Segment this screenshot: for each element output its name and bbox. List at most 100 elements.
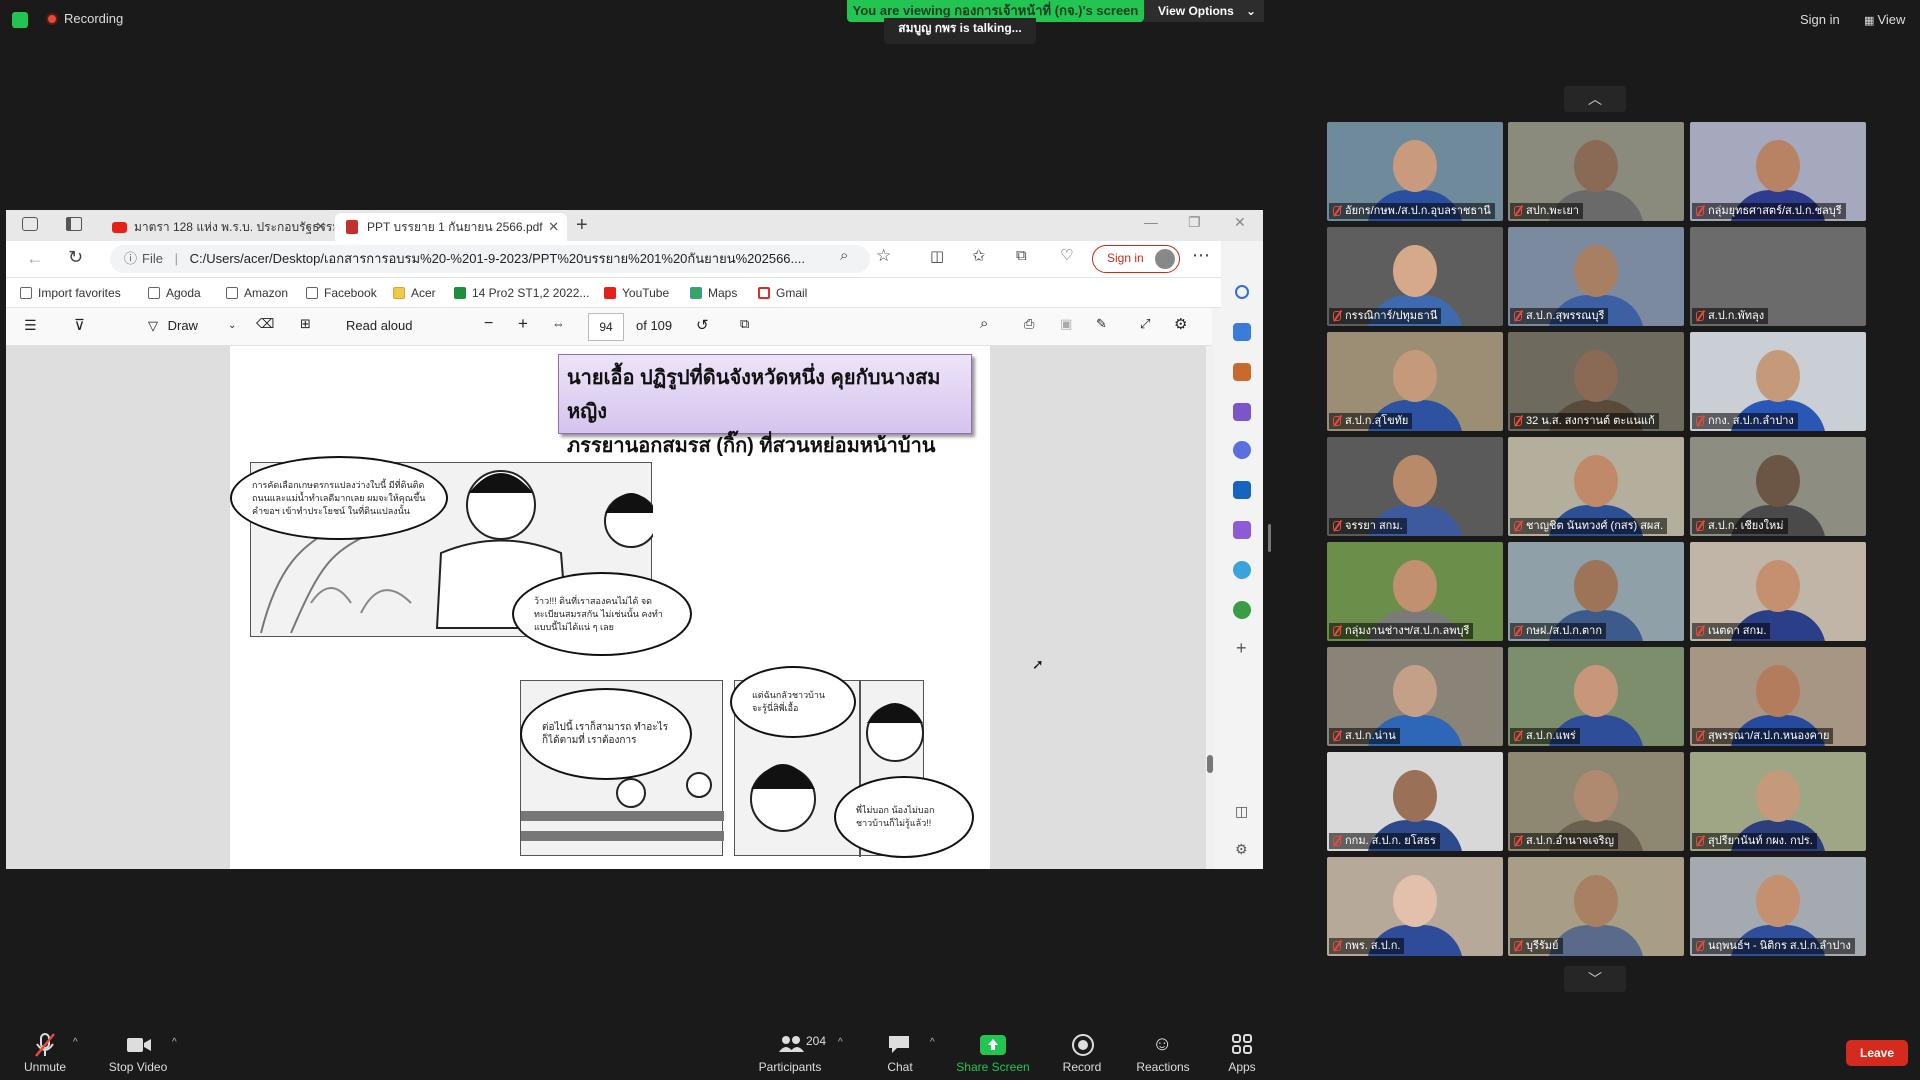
highlight-icon[interactable]: ⊽ <box>74 316 85 334</box>
participant-tile[interactable]: ส.ป.ก.น่าน <box>1327 647 1503 746</box>
chat-options-caret[interactable]: ^ <box>930 1037 935 1048</box>
minimize-icon[interactable]: — <box>1144 214 1158 230</box>
save-as-icon[interactable]: ✎ <box>1096 316 1107 332</box>
participant-tile[interactable]: สุปรียานันท์ กผง. กปร. <box>1690 752 1866 851</box>
favorite-import[interactable]: Import favorites <box>20 278 121 308</box>
address-bar[interactable]: ⓘ File | C:/Users/acer/Desktop/เอกสารการ… <box>110 245 870 273</box>
add-icon[interactable]: + <box>1236 638 1247 659</box>
participants-icon[interactable] <box>778 1034 804 1054</box>
browser-essentials-icon[interactable]: ♡ <box>1060 246 1073 264</box>
pdf-scroll-thumb[interactable] <box>1207 755 1213 773</box>
unmute-button[interactable]: Unmute <box>0 1060 90 1074</box>
zoom-in-icon[interactable]: + <box>518 314 528 334</box>
save-icon[interactable]: ▣ <box>1060 316 1072 332</box>
designer-icon[interactable] <box>1233 521 1251 539</box>
participant-tile[interactable]: ส.ป.ก.แพร่ <box>1508 647 1684 746</box>
participants-options-caret[interactable]: ^ <box>838 1037 843 1048</box>
favorites-icon[interactable]: ✩ <box>972 246 985 266</box>
new-tab-button[interactable]: + <box>576 214 588 237</box>
chat-button[interactable]: Chat <box>855 1060 945 1074</box>
rotate-icon[interactable]: ↺ <box>696 316 709 334</box>
outlook-icon[interactable] <box>1233 481 1251 499</box>
favorite-gmail[interactable]: Gmail <box>758 278 807 308</box>
participant-tile[interactable]: กพร. ส.ป.ก. <box>1327 857 1503 956</box>
record-icon[interactable] <box>1072 1034 1094 1056</box>
reactions-button[interactable]: Reactions <box>1118 1060 1208 1074</box>
participants-button[interactable]: Participants <box>745 1060 835 1074</box>
participant-tile[interactable]: กกง. ส.ป.ก.ลำปาง <box>1690 332 1866 431</box>
print-icon[interactable]: ⎙ <box>1024 316 1034 332</box>
participant-tile[interactable]: อัยกร/กษพ./ส.ป.ก.อุบลราชธานี <box>1327 122 1503 221</box>
reactions-icon[interactable]: ☺ <box>1152 1033 1172 1056</box>
zoom-out-icon[interactable]: − <box>484 315 493 333</box>
split-handle[interactable] <box>1268 524 1271 552</box>
zoom-icon[interactable]: ⌕ <box>840 247 848 264</box>
unmute-icon[interactable] <box>32 1032 58 1058</box>
favorite-sheet[interactable]: 14 Pro2 ST1,2 2022... <box>454 278 589 308</box>
star-icon[interactable]: ☆ <box>876 246 891 266</box>
sidebar-toggle-icon[interactable]: ◫ <box>1235 803 1248 820</box>
participant-tile[interactable]: 32 น.ส. สงกรานต์ ตะแนแก้ <box>1508 332 1684 431</box>
eraser-icon[interactable]: ⌫ <box>256 316 274 332</box>
participant-tile[interactable]: กกม. ส.ป.ก. ยโสธร <box>1327 752 1503 851</box>
close-icon[interactable]: ✕ <box>315 213 326 241</box>
games-icon[interactable] <box>1233 403 1251 421</box>
share-screen-icon[interactable] <box>980 1035 1006 1055</box>
tools-icon[interactable] <box>1233 363 1251 381</box>
fullscreen-icon[interactable]: ⤢ <box>1140 316 1150 332</box>
participant-tile[interactable]: จรรยา สกม. <box>1327 437 1503 536</box>
audio-options-caret[interactable]: ^ <box>73 1037 78 1048</box>
stop-video-button[interactable]: Stop Video <box>93 1060 183 1074</box>
participant-tile[interactable]: กลุ่มยุทธศาสตร์/ส.ป.ก.ชลบุรี <box>1690 122 1866 221</box>
share-screen-button[interactable]: Share Screen <box>948 1060 1038 1074</box>
favorite-youtube[interactable]: YouTube <box>604 278 669 308</box>
record-button[interactable]: Record <box>1037 1060 1127 1074</box>
shopping-icon[interactable] <box>1233 323 1251 341</box>
tab-pdf[interactable]: PPT บรรยาย 1 กันยายน 2566.pdf ✕ <box>335 213 567 241</box>
pdf-scrollbar[interactable] <box>1206 346 1214 869</box>
contents-icon[interactable]: ☰ <box>24 317 37 334</box>
leave-button[interactable]: Leave <box>1846 1040 1908 1066</box>
read-aloud-button[interactable]: Read aloud <box>346 318 413 333</box>
participant-tile[interactable]: เนตดา สกม. <box>1690 542 1866 641</box>
view-button[interactable]: ▦ View <box>1864 12 1905 27</box>
participant-tile[interactable]: กษฝ./ส.ป.ก.ตาก <box>1508 542 1684 641</box>
favorite-amazon[interactable]: Amazon <box>226 278 288 308</box>
video-options-caret[interactable]: ^ <box>172 1037 177 1048</box>
text-box-icon[interactable]: ⊞ <box>300 316 311 332</box>
participant-tile[interactable]: ส.ป.ก.สุโขทัย <box>1327 332 1503 431</box>
participant-tile[interactable]: ส.ป.ก.อำนาจเจริญ <box>1508 752 1684 851</box>
browser-sign-in-button[interactable]: Sign in <box>1092 245 1180 273</box>
fit-page-icon[interactable]: ⇔ <box>552 316 565 331</box>
favorite-maps[interactable]: Maps <box>690 278 737 308</box>
search-icon[interactable]: ⌕ <box>980 315 988 332</box>
more-icon[interactable]: ⋯ <box>1192 245 1210 266</box>
gallery-up-button[interactable]: ︿ <box>1564 86 1626 112</box>
tab-youtube[interactable]: มาตรา 128 แห่ง พ.ร.บ. ประกอบรัฐธรรมนูญ ✕ <box>102 213 334 241</box>
restore-icon[interactable]: ❐ <box>1188 214 1201 231</box>
telegram-icon[interactable] <box>1233 561 1251 579</box>
tree-icon[interactable] <box>1233 601 1251 619</box>
favorite-acer[interactable]: Acer <box>393 278 436 308</box>
settings-icon[interactable]: ⚙ <box>1235 841 1248 858</box>
refresh-icon[interactable]: ↻ <box>68 247 83 268</box>
participant-tile[interactable]: ส.ป.ก. เชียงใหม่ <box>1690 437 1866 536</box>
microsoft-365-icon[interactable] <box>1233 441 1251 459</box>
participant-tile[interactable]: สปก.พะเยา <box>1508 122 1684 221</box>
participant-tile[interactable]: กลุ่มงานช่างฯ/ส.ป.ก.ลพบุรี <box>1327 542 1503 641</box>
apps-button[interactable]: Apps <box>1197 1060 1287 1074</box>
sign-in-button[interactable]: Sign in <box>1800 12 1840 27</box>
security-shield-icon[interactable] <box>12 12 28 28</box>
settings-icon[interactable]: ⚙ <box>1174 315 1187 333</box>
page-number-input[interactable]: 94 <box>588 313 624 341</box>
search-icon[interactable] <box>1235 285 1249 299</box>
back-icon[interactable]: ← <box>26 248 44 269</box>
participant-tile[interactable]: ส.ป.ก.พัทลุง <box>1690 227 1866 326</box>
draw-button[interactable]: ▽ Draw <box>148 318 198 334</box>
collections-icon[interactable]: ⧉ <box>1016 247 1027 264</box>
chat-icon[interactable] <box>888 1034 910 1054</box>
apps-icon[interactable] <box>1232 1034 1252 1054</box>
video-camera-icon[interactable] <box>126 1036 152 1054</box>
participant-tile[interactable]: ชาญชิต นันทวงศ์ (กสร) สผส. <box>1508 437 1684 536</box>
split-screen-icon[interactable]: ◫ <box>930 247 944 265</box>
